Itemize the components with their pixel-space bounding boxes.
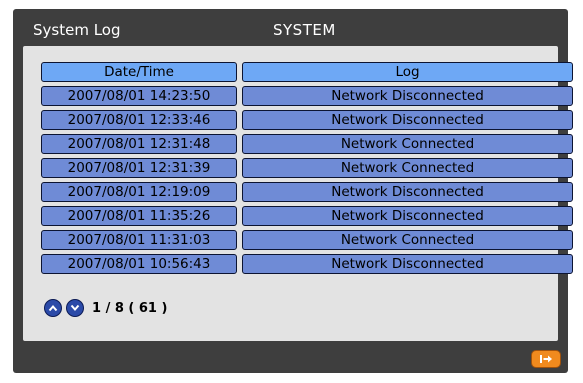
- row-log: Network Connected: [242, 134, 573, 154]
- window-title: System Log: [33, 21, 121, 39]
- table-row[interactable]: 2007/08/01 14:23:50 Network Disconnected: [41, 86, 573, 106]
- row-log: Network Connected: [242, 230, 573, 250]
- log-panel: Date/Time Log 2007/08/01 14:23:50 Networ…: [23, 46, 573, 341]
- pager: 1 / 8 ( 61 ): [44, 299, 167, 317]
- row-log: Network Disconnected: [242, 182, 573, 202]
- chevron-up-icon: [48, 304, 58, 312]
- table-row[interactable]: 2007/08/01 11:35:26 Network Disconnected: [41, 206, 573, 226]
- row-datetime: 2007/08/01 12:31:48: [41, 134, 237, 154]
- table-row[interactable]: 2007/08/01 11:31:03 Network Connected: [41, 230, 573, 250]
- page-indicator: 1 / 8 ( 61 ): [92, 300, 168, 316]
- row-log: Network Disconnected: [242, 206, 573, 226]
- exit-button[interactable]: [531, 350, 561, 368]
- header-log[interactable]: Log: [242, 62, 573, 82]
- row-log: Network Disconnected: [242, 254, 573, 274]
- page-up-button[interactable]: [44, 299, 62, 317]
- exit-icon: [540, 355, 552, 363]
- row-log: Network Disconnected: [242, 110, 573, 130]
- chevron-down-icon: [70, 304, 80, 312]
- row-datetime: 2007/08/01 12:31:39: [41, 158, 237, 178]
- row-datetime: 2007/08/01 12:33:46: [41, 110, 237, 130]
- log-table: Date/Time Log 2007/08/01 14:23:50 Networ…: [41, 62, 573, 278]
- row-datetime: 2007/08/01 10:56:43: [41, 254, 237, 274]
- row-datetime: 2007/08/01 12:19:09: [41, 182, 237, 202]
- row-datetime: 2007/08/01 11:35:26: [41, 206, 237, 226]
- table-row[interactable]: 2007/08/01 10:56:43 Network Disconnected: [41, 254, 573, 274]
- table-row[interactable]: 2007/08/01 12:19:09 Network Disconnected: [41, 182, 573, 202]
- table-header-row: Date/Time Log: [41, 62, 573, 82]
- row-log: Network Disconnected: [242, 86, 573, 106]
- row-datetime: 2007/08/01 11:31:03: [41, 230, 237, 250]
- row-datetime: 2007/08/01 14:23:50: [41, 86, 237, 106]
- system-log-window: System Log SYSTEM Date/Time Log 2007/08/…: [13, 9, 573, 373]
- table-row[interactable]: 2007/08/01 12:31:39 Network Connected: [41, 158, 573, 178]
- page-down-button[interactable]: [66, 299, 84, 317]
- section-title: SYSTEM: [273, 21, 336, 39]
- row-log: Network Connected: [242, 158, 573, 178]
- header-datetime[interactable]: Date/Time: [41, 62, 237, 82]
- table-row[interactable]: 2007/08/01 12:31:48 Network Connected: [41, 134, 573, 154]
- table-row[interactable]: 2007/08/01 12:33:46 Network Disconnected: [41, 110, 573, 130]
